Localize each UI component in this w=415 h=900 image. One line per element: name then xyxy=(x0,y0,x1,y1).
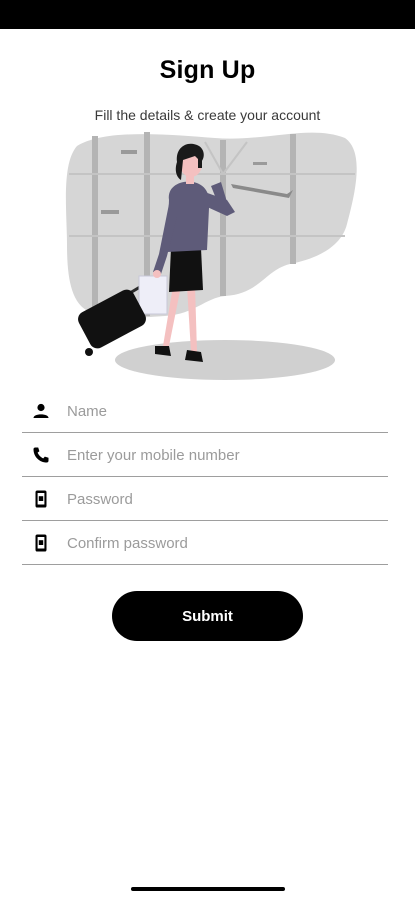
mobile-input[interactable] xyxy=(67,441,377,469)
page-subtitle: Fill the details & create your account xyxy=(94,107,321,123)
page-title: Sign Up xyxy=(159,56,256,84)
submit-button[interactable]: Submit xyxy=(112,591,303,641)
confirm-password-field xyxy=(22,521,388,565)
password-field xyxy=(22,477,388,521)
person-icon xyxy=(31,401,51,421)
mobile-device-icon xyxy=(31,533,51,553)
name-input[interactable] xyxy=(67,397,377,425)
status-bar xyxy=(0,0,415,29)
password-input[interactable] xyxy=(67,485,377,513)
confirm-password-input[interactable] xyxy=(67,529,377,557)
phone-icon xyxy=(31,445,51,465)
home-indicator[interactable] xyxy=(131,887,285,891)
mobile-device-icon xyxy=(31,489,51,509)
mobile-field xyxy=(22,433,388,477)
traveler-illustration xyxy=(55,124,360,386)
name-field xyxy=(22,389,388,433)
